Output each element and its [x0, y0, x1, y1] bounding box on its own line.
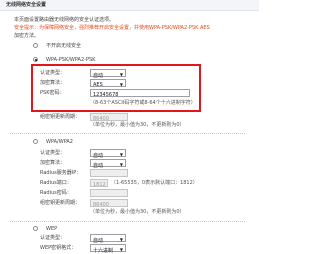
wpa-encryption-label: 加密算法： [40, 160, 66, 166]
radius-port-label: Radius端口： [40, 180, 72, 186]
wpa-auth-type-value: 自动 [93, 152, 104, 159]
radio-wpa-label: WPA/WPA2 [46, 139, 73, 145]
wpa-group-key-value: 86400 [93, 201, 109, 208]
page-title: 无线网络安全设置 [6, 2, 47, 8]
radio-wpa-psk[interactable] [33, 57, 38, 62]
dropdown-arrow-icon: ▼ [119, 161, 123, 167]
dropdown-arrow-icon: ▼ [119, 81, 123, 87]
radio-wep-label: WEP [46, 226, 58, 232]
radius-password-input[interactable] [90, 189, 128, 197]
psk-password-hint: （8-63个ASCII码字符或8-64个十六进制字符） [90, 100, 196, 106]
auth-type-label: 认证类型： [40, 70, 66, 76]
wep-key-format-value: 十六进制 [93, 247, 114, 254]
radio-wpa[interactable] [33, 139, 38, 144]
wpa-auth-type-label: 认证类型： [40, 150, 66, 156]
psk-password-label: PSK密码： [40, 90, 65, 96]
group-key-input[interactable]: 86400 [90, 113, 128, 122]
wpa-group-key-input[interactable]: 86400 [90, 199, 128, 208]
encryption-label: 加密算法： [40, 80, 66, 86]
wep-key-format-select[interactable]: 十六进制 ▼ [90, 244, 126, 254]
intro-text: 本页面设置路由器无线网络的安全认证选项。 [14, 17, 115, 23]
radio-no-security[interactable] [33, 43, 38, 48]
wpa-encryption-select[interactable]: 自动 ▼ [90, 159, 126, 169]
psk-password-input[interactable]: 12345678 [90, 89, 190, 98]
radius-port-value: 1812 [93, 181, 106, 188]
divider [10, 133, 245, 134]
divider [10, 221, 245, 222]
dropdown-arrow-icon: ▼ [119, 236, 123, 242]
encryption-select[interactable]: AES ▼ [90, 79, 126, 88]
radio-no-security-label: 不开启无线安全 [46, 43, 82, 49]
psk-password-value: 12345678 [93, 91, 119, 98]
radius-ip-label: Radius服务器IP： [40, 170, 82, 176]
auth-type-select[interactable]: 自动 ▼ [90, 69, 126, 79]
security-warning: 安全提示：为保障网络安全，强烈推荐开启安全设置，并使用WPA-PSK/WPA2-… [14, 25, 210, 31]
radio-wep[interactable] [33, 226, 38, 231]
radius-ip-input[interactable] [90, 169, 128, 177]
radio-wpa-psk-label: WPA-PSK/WPA2-PSK [46, 57, 96, 63]
wpa-group-key-hint: （单位为秒，最小值为30，不更新则为0） [90, 209, 185, 215]
group-key-value: 86400 [93, 115, 109, 122]
wep-key-format-label: WEP密钥格式： [40, 245, 77, 251]
radius-password-label: Radius密码： [40, 190, 72, 196]
radius-port-input[interactable]: 1812 [90, 179, 108, 188]
dropdown-arrow-icon: ▼ [119, 71, 123, 77]
dropdown-arrow-icon: ▼ [119, 151, 123, 157]
radius-port-hint: （1-65535，0表示默认端口：1812） [111, 180, 198, 186]
group-key-label: 组密钥更新周期： [40, 114, 81, 120]
auth-type-value: 自动 [93, 72, 104, 79]
group-key-hint: （单位为秒，最小值为30，不更新则为0） [90, 122, 185, 128]
encryption-value: AES [93, 81, 103, 88]
wpa-auth-type-select[interactable]: 自动 ▼ [90, 149, 126, 159]
wep-auth-type-value: 自动 [93, 237, 104, 244]
wpa-encryption-value: 自动 [93, 162, 104, 169]
wep-auth-type-select[interactable]: 自动 ▼ [90, 234, 126, 244]
wep-auth-type-label: 认证类型： [40, 235, 66, 241]
intro-text-cont: 加密方法。 [14, 33, 40, 39]
wpa-group-key-label: 组密钥更新周期： [40, 200, 81, 206]
dropdown-arrow-icon: ▼ [119, 246, 123, 252]
